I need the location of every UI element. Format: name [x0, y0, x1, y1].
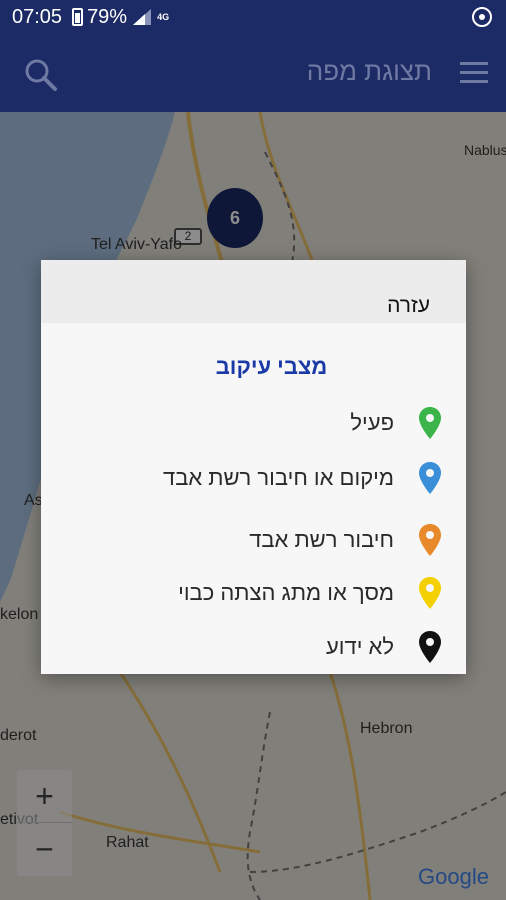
status-bar: 07:05 79% 4G	[0, 0, 506, 34]
legend-label: חיבור רשת אבד	[249, 527, 394, 552]
menu-icon[interactable]	[460, 62, 488, 84]
legend-label: מסך או מתג הצתה כבוי	[178, 580, 394, 605]
map-pin-icon	[419, 462, 441, 494]
status-time: 07:05	[12, 5, 63, 28]
legend-label: מיקום או חיבור רשת אבד	[163, 465, 394, 490]
map-pin-icon	[419, 407, 441, 439]
battery-icon	[72, 8, 84, 26]
app-bar: תצוגת מפה	[0, 34, 506, 112]
dialog-header: עזרה	[41, 260, 466, 323]
dialog-subtitle: מצבי עיקוב	[215, 354, 328, 379]
map-pin-icon	[419, 577, 441, 609]
help-dialog: עזרה מצבי עיקוב פעיל מיקום או חיבור רשת …	[41, 260, 466, 674]
dialog-title: עזרה	[387, 294, 430, 317]
battery-level: 79%	[87, 5, 128, 28]
legend-item-active: פעיל	[350, 406, 442, 440]
signal-icon	[133, 9, 152, 25]
map-pin-icon	[419, 631, 441, 663]
sync-icon	[472, 7, 492, 27]
legend-item-unknown: לא ידוע	[326, 630, 442, 664]
search-icon[interactable]	[24, 58, 58, 92]
legend-item-screen-off: מסך או מתג הצתה כבוי	[178, 576, 442, 610]
map-pin-icon	[419, 524, 441, 556]
legend-item-location-lost: מיקום או חיבור רשת אבד	[163, 461, 442, 495]
legend-label: פעיל	[350, 410, 394, 435]
legend-item-network-lost: חיבור רשת אבד	[249, 523, 442, 557]
legend-label: לא ידוע	[325, 634, 394, 659]
network-type: 4G	[157, 11, 170, 22]
page-title: תצוגת מפה	[306, 56, 432, 86]
